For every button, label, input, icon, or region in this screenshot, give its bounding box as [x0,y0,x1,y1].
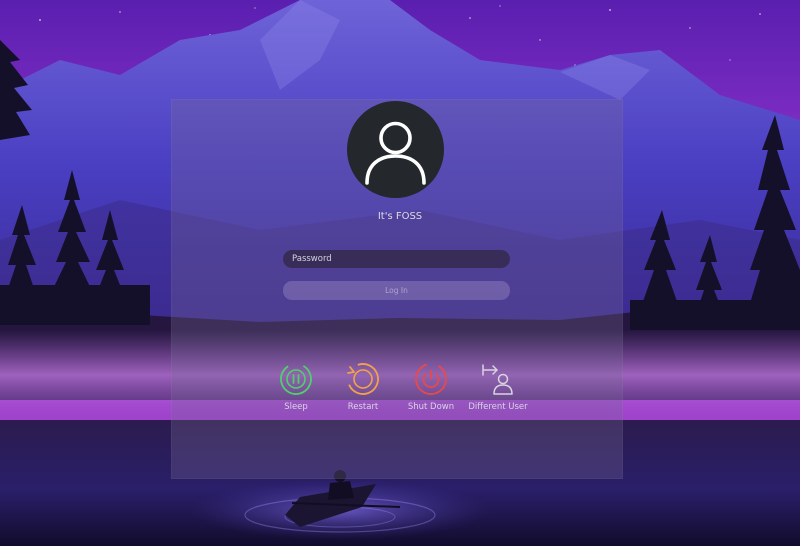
power-icon [415,363,447,395]
user-avatar [347,101,444,198]
username-label: It's FOSS [377,211,423,222]
login-button[interactable]: Log In [283,281,510,300]
password-input[interactable] [283,250,510,268]
switch-user-label: Different User [468,402,528,412]
restart-icon [347,363,379,395]
switch-user-button[interactable]: Different User [458,362,538,418]
switch-user-icon [482,364,513,395]
sleep-icon [280,363,312,395]
user-icon [365,121,426,185]
